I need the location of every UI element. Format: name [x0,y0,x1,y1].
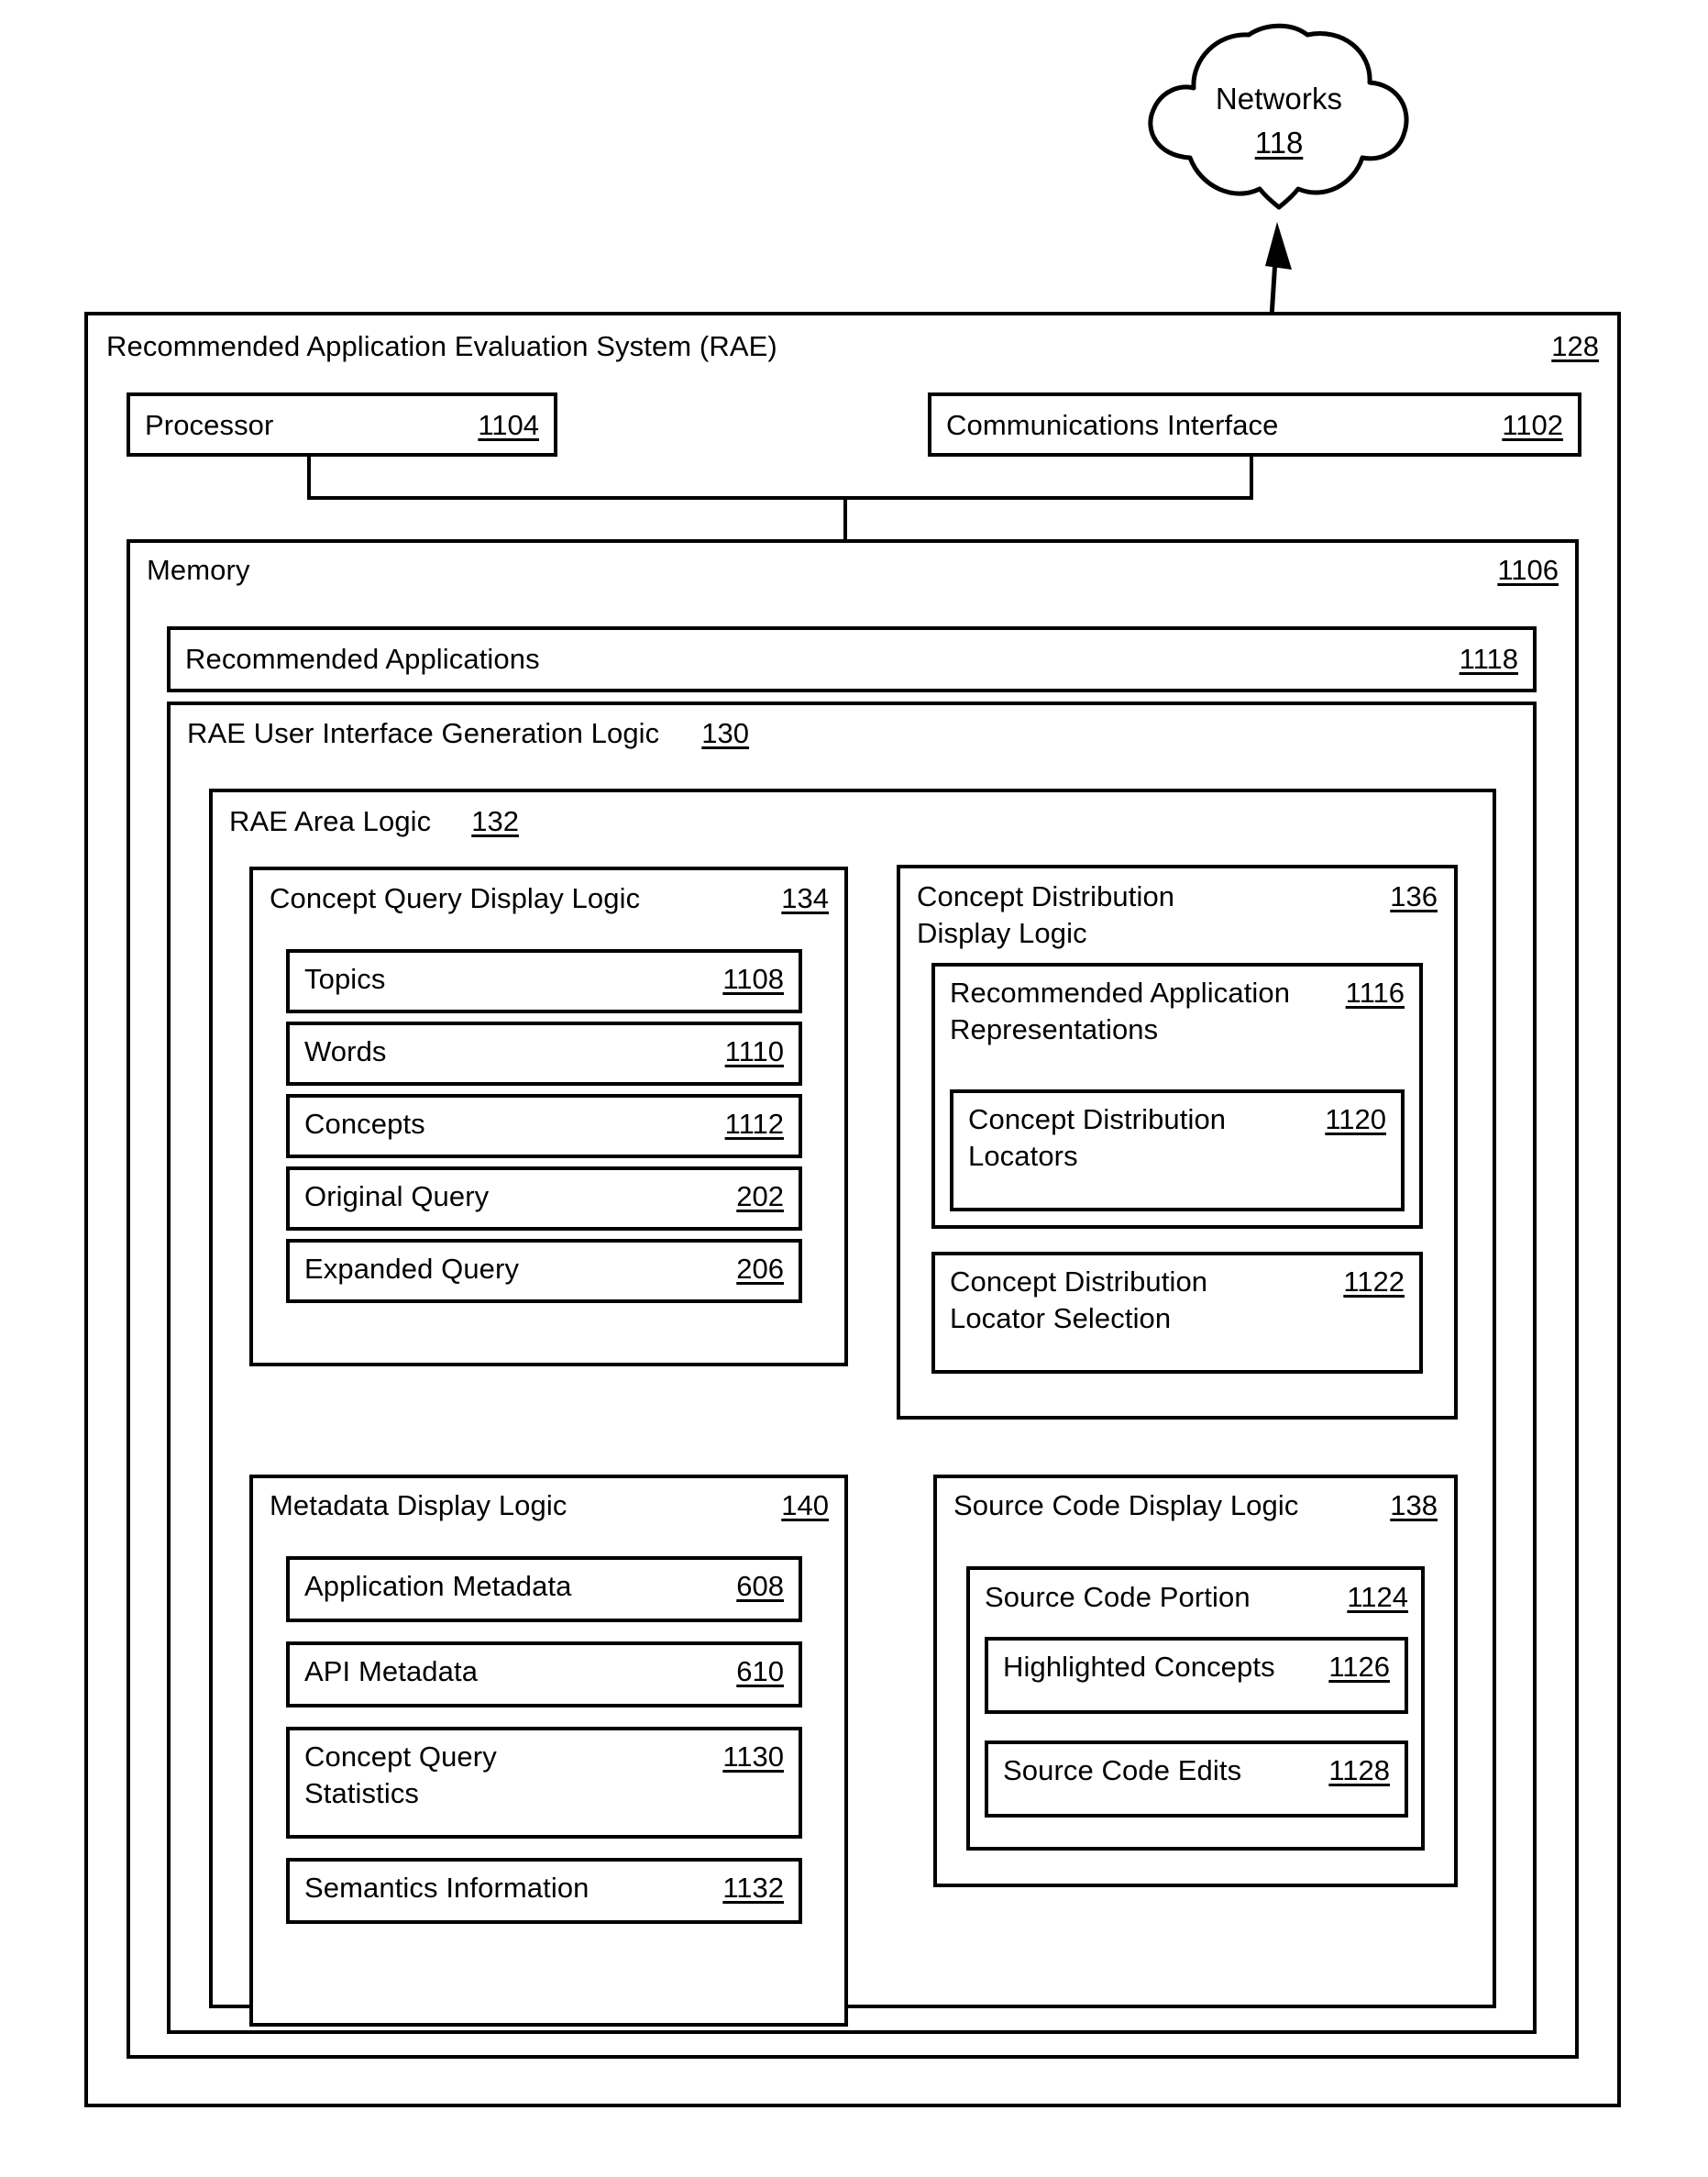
recommended-applications-box: Recommended Applications 1118 [167,626,1537,692]
concept-query-statistics-label: Concept Query Statistics [304,1740,497,1809]
api-metadata-label: API Metadata [304,1655,479,1687]
topics-row: Topics 1108 [286,949,802,1013]
cloud-shape-icon [1148,23,1409,210]
concepts-ref: 1112 [724,1108,784,1140]
application-metadata-label: Application Metadata [304,1570,572,1602]
topics-label: Topics [304,963,386,995]
concept-query-display-logic-header: Concept Query Display Logic 134 [270,880,829,917]
processor-ref: 1104 [478,409,539,441]
concepts-label: Concepts [304,1108,425,1140]
communications-interface-label: Communications Interface [946,409,1279,441]
concepts-row: Concepts 1112 [286,1094,802,1158]
rae-area-logic-ref: 132 [471,805,519,837]
rae-ui-generation-logic-ref: 130 [701,717,749,749]
metadata-display-logic-header: Metadata Display Logic 140 [270,1487,829,1524]
networks-label-group: Networks [1137,81,1421,117]
topics-ref: 1108 [722,963,784,995]
original-query-label: Original Query [304,1180,490,1212]
rae-area-logic-header: RAE Area Logic 132 [229,803,688,840]
processor-box: Processor 1104 [127,392,557,457]
semantics-information-label: Semantics Information [304,1872,590,1904]
rae-system-header: Recommended Application Evaluation Syste… [106,328,1599,365]
source-code-portion-label: Source Code Portion [985,1581,1251,1613]
recommended-application-representations-ref: 1116 [1345,977,1405,1009]
rae-ui-generation-logic-label: RAE User Interface Generation Logic [187,717,660,749]
concept-distribution-display-logic-ref: 136 [1390,880,1438,912]
source-code-edits-ref: 1128 [1328,1754,1390,1786]
concept-distribution-locator-selection-row: Concept Distribution Locator Selection 1… [931,1252,1423,1374]
recommended-applications-label: Recommended Applications [185,643,540,675]
highlighted-concepts-ref: 1126 [1328,1651,1390,1683]
source-code-portion-ref: 1124 [1347,1581,1408,1613]
concept-distribution-locators-label: Concept Distribution Locators [968,1103,1227,1172]
rae-area-logic-label: RAE Area Logic [229,805,432,837]
concept-distribution-display-logic-label: Concept Distribution Display Logic [917,880,1175,949]
networks-label: Networks [1215,82,1343,116]
rae-system-ref: 128 [1551,330,1599,362]
expanded-query-ref: 206 [736,1253,784,1285]
recommended-application-representations-label: Recommended Application Representations [950,977,1291,1045]
concept-query-display-logic-label: Concept Query Display Logic [270,882,641,914]
expanded-query-row: Expanded Query 206 [286,1239,802,1303]
concept-query-statistics-ref: 1130 [722,1740,784,1773]
words-ref: 1110 [724,1035,784,1067]
concept-distribution-locators-row: Concept Distribution Locators 1120 [950,1089,1405,1211]
networks-cloud: Networks 118 [1137,18,1421,229]
networks-ref-group: 118 [1137,125,1421,161]
metadata-display-logic-ref: 140 [781,1489,829,1521]
api-metadata-ref: 610 [736,1655,784,1687]
memory-ref: 1106 [1497,554,1559,586]
semantics-information-row: Semantics Information 1132 [286,1858,802,1924]
source-code-display-logic-label: Source Code Display Logic [953,1489,1299,1521]
concept-distribution-locators-ref: 1120 [1325,1103,1386,1135]
source-code-display-logic-ref: 138 [1390,1489,1438,1521]
concept-query-display-logic-ref: 134 [781,882,829,914]
rae-system-title: Recommended Application Evaluation Syste… [106,330,777,362]
metadata-display-logic-label: Metadata Display Logic [270,1489,567,1521]
communications-interface-ref: 1102 [1502,409,1563,441]
patent-figure-canvas: Networks 118 Recommended Application Eva… [0,0,1708,2177]
source-code-portion-header: Source Code Portion 1124 [985,1579,1408,1616]
memory-header: Memory 1106 [147,552,1559,589]
concept-query-statistics-row: Concept Query Statistics 1130 [286,1727,802,1839]
api-metadata-row: API Metadata 610 [286,1641,802,1707]
source-code-edits-row: Source Code Edits 1128 [985,1740,1408,1818]
source-code-edits-label: Source Code Edits [1003,1754,1242,1786]
application-metadata-row: Application Metadata 608 [286,1556,802,1622]
source-code-display-logic-header: Source Code Display Logic 138 [953,1487,1438,1524]
bus-horizontal-line [307,496,1253,500]
original-query-row: Original Query 202 [286,1166,802,1231]
highlighted-concepts-label: Highlighted Concepts [1003,1651,1275,1683]
semantics-information-ref: 1132 [722,1872,784,1904]
recommended-application-representations-header: Recommended Application Representations … [950,975,1405,1048]
processor-label: Processor [145,409,274,441]
original-query-ref: 202 [736,1180,784,1212]
comms-bus-line [1250,457,1253,498]
memory-bus-line [843,496,847,541]
words-row: Words 1110 [286,1022,802,1086]
rae-ui-generation-logic-header: RAE User Interface Generation Logic 130 [187,715,774,752]
expanded-query-label: Expanded Query [304,1253,520,1285]
concept-distribution-locator-selection-ref: 1122 [1343,1265,1405,1298]
application-metadata-ref: 608 [736,1570,784,1602]
words-label: Words [304,1035,387,1067]
highlighted-concepts-row: Highlighted Concepts 1126 [985,1637,1408,1714]
networks-ref: 118 [1254,126,1304,160]
concept-distribution-display-logic-header: Concept Distribution Display Logic 136 [917,879,1438,952]
memory-label: Memory [147,554,250,586]
processor-bus-line [307,457,311,498]
communications-interface-box: Communications Interface 1102 [928,392,1581,457]
recommended-applications-ref: 1118 [1459,643,1518,675]
concept-distribution-locator-selection-label: Concept Distribution Locator Selection [950,1265,1208,1334]
